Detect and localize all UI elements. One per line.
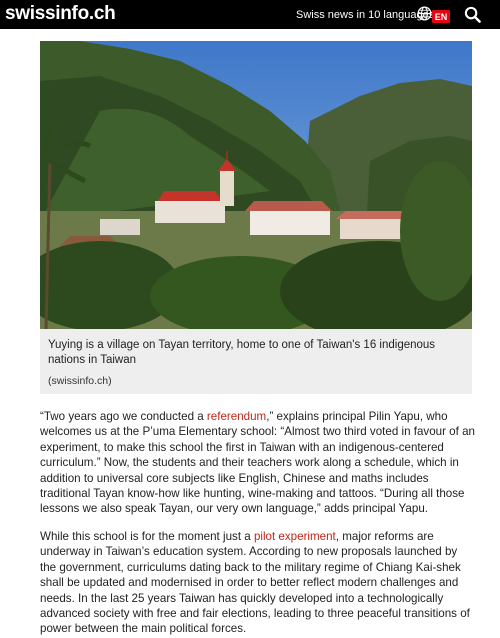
paragraph-1-body: ,” explains principal Pilin Yapu, who we… (40, 410, 475, 516)
paragraph-1-intro: “Two years ago we conducted a (40, 410, 207, 423)
photo-caption: Yuying is a village on Tayan territory, … (40, 329, 472, 394)
village-photo (40, 41, 472, 329)
caption-text: Yuying is a village on Tayan territory, … (48, 339, 436, 366)
referendum-link[interactable]: referendum (207, 410, 266, 423)
photo-credit: (swissinfo.ch) (48, 375, 112, 387)
pilot-experiment-link[interactable]: pilot experiment (254, 530, 336, 543)
site-logo[interactable]: swissinfo.ch (5, 3, 116, 25)
language-selector[interactable]: EN (432, 10, 450, 23)
search-icon[interactable] (464, 6, 481, 23)
paragraph-2-body: , major reforms are underway in Taiwan’s… (40, 530, 470, 636)
top-navigation-bar: swissinfo.ch Swiss news in 10 languages … (0, 0, 500, 29)
paragraph-2-intro: While this school is for the moment just… (40, 530, 254, 543)
article-paragraph-1: “Two years ago we conducted a referendum… (40, 409, 476, 517)
languages-link[interactable]: Swiss news in 10 languages (296, 9, 434, 21)
globe-icon[interactable] (417, 6, 432, 21)
article-paragraph-2: While this school is for the moment just… (40, 529, 476, 637)
